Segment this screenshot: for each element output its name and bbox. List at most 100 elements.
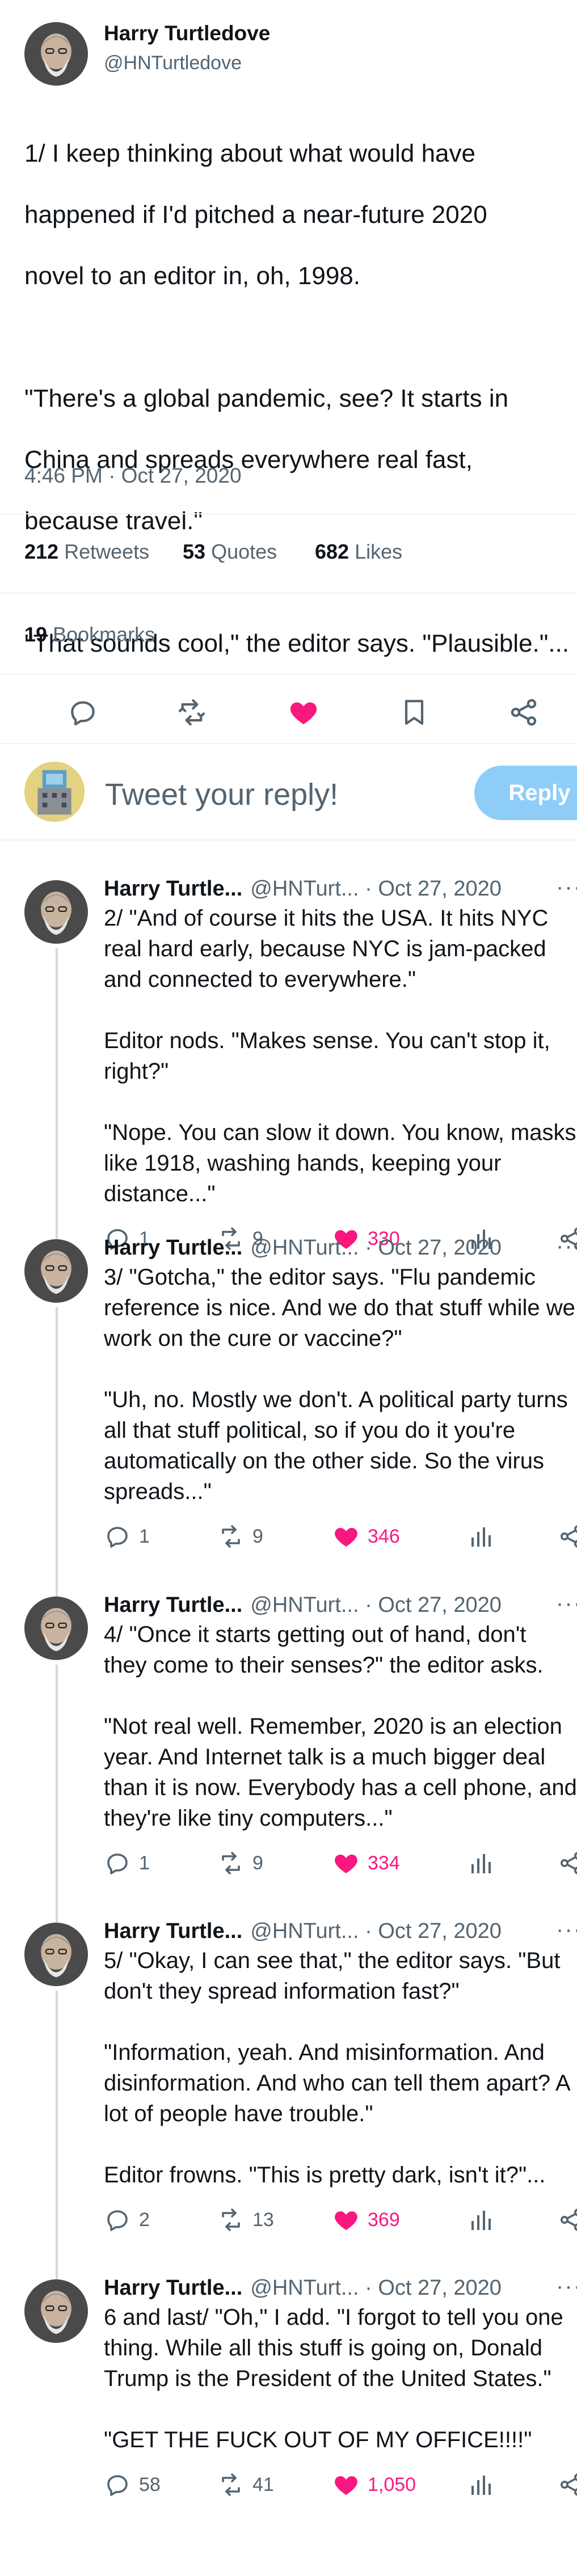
author-name[interactable]: Harry Turtle... <box>104 1236 242 1260</box>
reply-action-bar: 1 9 334 <box>104 1846 577 1880</box>
author-name[interactable]: Harry Turtle... <box>104 877 242 901</box>
share-icon[interactable] <box>558 1523 577 1550</box>
views-icon[interactable] <box>467 2471 502 2498</box>
reply-icon[interactable] <box>104 1523 139 1550</box>
more-options-icon[interactable]: ··· <box>556 875 577 900</box>
reply-action[interactable]: 2 <box>104 2203 150 2237</box>
author-avatar[interactable] <box>24 880 88 944</box>
reply-text-line: "Not real well. Remember, 2020 is an ele… <box>104 1714 562 1739</box>
views-action[interactable] <box>467 2203 502 2237</box>
views-icon[interactable] <box>467 1523 502 1550</box>
author-handle[interactable]: @HNTurt... <box>250 877 359 901</box>
reply-text-line: right?" <box>104 1059 169 1084</box>
reply-date[interactable]: · Oct 27, 2020 <box>359 1236 502 1260</box>
author-name[interactable]: Harry Turtle... <box>104 1919 242 1943</box>
reply-icon[interactable] <box>104 1849 139 1877</box>
share-icon[interactable] <box>558 2206 577 2233</box>
retweet-action[interactable]: 9 <box>217 1846 263 1880</box>
retweet-action[interactable]: 13 <box>217 2203 274 2237</box>
reply-text-line: disinformation. And who can tell them ap… <box>104 2071 571 2096</box>
like-icon[interactable] <box>288 696 319 728</box>
reply-icon[interactable] <box>104 2206 139 2233</box>
reply-button[interactable]: Reply <box>474 766 577 820</box>
reply-text-line: 5/ "Okay, I can see that," the editor sa… <box>104 1948 561 1973</box>
retweet-icon[interactable] <box>217 1849 252 1877</box>
like-action[interactable]: 1,050 <box>332 2468 416 2502</box>
tweet-timestamp[interactable]: 4:46 PM · Oct 27, 2020 <box>24 464 242 488</box>
more-options-icon[interactable]: ··· <box>556 1917 577 1942</box>
author-avatar[interactable] <box>24 1597 88 1660</box>
reply-text-line: 2/ "And of course it hits the USA. It hi… <box>104 906 549 931</box>
like-action[interactable]: 369 <box>332 2203 400 2237</box>
retweet-icon[interactable] <box>217 2471 252 2498</box>
retweet-icon[interactable] <box>176 696 208 728</box>
author-name[interactable]: Harry Turtle... <box>104 2276 242 2300</box>
reply-icon[interactable] <box>67 696 99 728</box>
share-action[interactable] <box>558 2468 577 2502</box>
bookmarks-stat[interactable]: 19 Bookmarks <box>24 623 155 647</box>
retweet-action[interactable]: 41 <box>217 2468 274 2502</box>
reply-header: Harry Turtle... @HNTurt... · Oct 27, 2020 <box>104 877 502 901</box>
reply-text-line: work on the cure or vaccine?" <box>104 1326 402 1351</box>
reply-icon[interactable] <box>104 2471 139 2498</box>
more-options-icon[interactable]: ··· <box>556 1234 577 1259</box>
share-icon[interactable] <box>558 2471 577 2498</box>
retweet-icon[interactable] <box>217 1523 252 1550</box>
reply-text-line: "Information, yeah. And misinformation. … <box>104 2040 545 2065</box>
author-handle[interactable]: @HNTurt... <box>250 1919 359 1943</box>
like-icon[interactable] <box>332 2206 368 2233</box>
author-name[interactable]: Harry Turtledove <box>104 22 270 45</box>
retweet-icon[interactable] <box>217 2206 252 2233</box>
tweet-text-line: because travel." <box>24 507 203 535</box>
reply-date[interactable]: · Oct 27, 2020 <box>359 877 502 901</box>
views-icon[interactable] <box>467 2206 502 2233</box>
author-avatar[interactable] <box>24 22 88 86</box>
author-avatar[interactable] <box>24 1239 88 1303</box>
views-action[interactable] <box>467 1519 502 1553</box>
author-handle[interactable]: @HNTurt... <box>250 1236 359 1260</box>
quotes-count: 53 <box>183 540 206 563</box>
like-icon[interactable] <box>332 1849 368 1877</box>
like-icon[interactable] <box>332 2471 368 2498</box>
views-icon[interactable] <box>467 1849 502 1877</box>
more-options-icon[interactable]: ··· <box>556 1591 577 1616</box>
share-action[interactable] <box>558 1519 577 1553</box>
reply-date[interactable]: · Oct 27, 2020 <box>359 2276 502 2300</box>
like-action[interactable]: 346 <box>332 1519 400 1553</box>
like-action[interactable]: 334 <box>332 1846 400 1880</box>
reply-action[interactable]: 1 <box>104 1846 150 1880</box>
reply-action[interactable]: 58 <box>104 2468 161 2502</box>
tweet-text-line: happened if I'd pitched a near-future 20… <box>24 201 487 229</box>
reply-date[interactable]: · Oct 27, 2020 <box>359 1919 502 1943</box>
share-action[interactable] <box>558 1846 577 1880</box>
like-icon[interactable] <box>332 1523 368 1550</box>
views-action[interactable] <box>467 1846 502 1880</box>
more-options-icon[interactable]: ··· <box>556 2274 577 2299</box>
quotes-stat[interactable]: 53 Quotes <box>183 540 277 564</box>
reply-text-line: reference is nice. And we do that stuff … <box>104 1295 575 1320</box>
author-avatar[interactable] <box>24 1923 88 1986</box>
share-action[interactable] <box>558 2203 577 2237</box>
author-handle[interactable]: @HNTurt... <box>250 1593 359 1617</box>
retweet-action[interactable]: 9 <box>217 1519 263 1553</box>
share-icon[interactable] <box>508 696 540 728</box>
reply-action[interactable]: 1 <box>104 1519 150 1553</box>
reply-text-line: than it is now. Everybody has a cell pho… <box>104 1775 577 1800</box>
author-handle[interactable]: @HNTurt... <box>250 2276 359 2300</box>
author-handle[interactable]: @HNTurtledove <box>104 52 242 74</box>
author-name[interactable]: Harry Turtle... <box>104 1593 242 1617</box>
reply-date[interactable]: · Oct 27, 2020 <box>359 1593 502 1617</box>
reply-text-line: Trump is the President of the United Sta… <box>104 2366 551 2391</box>
reply-text-line: don't they spread information fast?" <box>104 1979 460 2004</box>
share-icon[interactable] <box>558 1849 577 1877</box>
retweets-stat[interactable]: 212 Retweets <box>24 540 149 564</box>
reply-input[interactable]: Tweet your reply! <box>105 777 338 812</box>
views-action[interactable] <box>467 2468 502 2502</box>
bookmark-icon[interactable] <box>398 696 430 728</box>
reply-text-line: 3/ "Gotcha," the editor says. "Flu pande… <box>104 1265 536 1290</box>
divider <box>0 513 577 514</box>
current-user-avatar[interactable] <box>24 762 85 822</box>
likes-stat[interactable]: 682 Likes <box>315 540 402 564</box>
author-avatar[interactable] <box>24 2279 88 2343</box>
